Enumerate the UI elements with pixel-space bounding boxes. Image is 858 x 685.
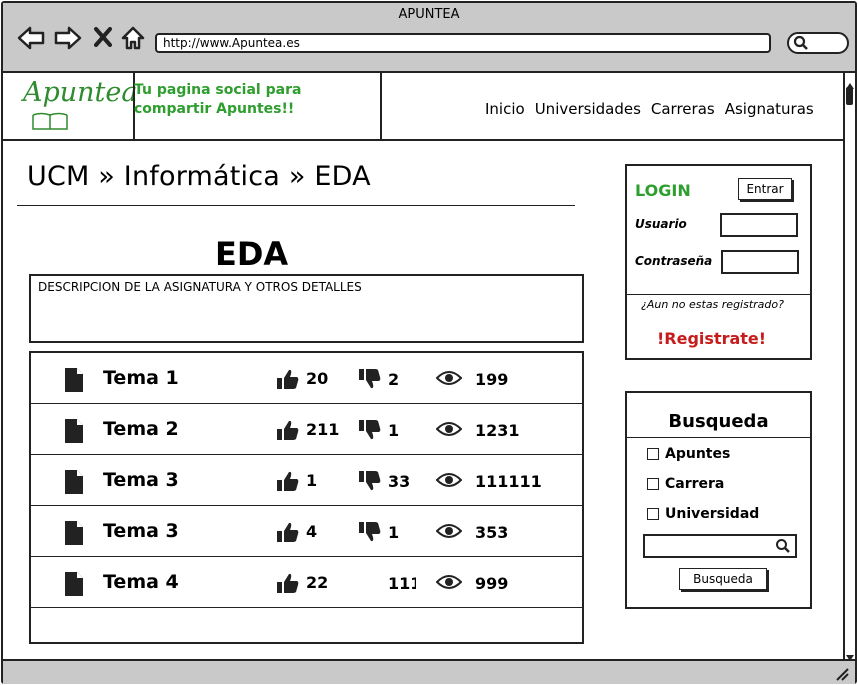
eye-icon <box>435 523 463 543</box>
topic-name[interactable]: Tema 1 <box>103 367 179 389</box>
document-icon <box>65 572 83 600</box>
document-icon <box>65 470 83 498</box>
filter-label: Universidad <box>665 506 760 522</box>
forward-arrow-icon[interactable] <box>54 25 82 55</box>
browser-window: APUNTEA http://www.Apuntea.es Apuntea Tu… <box>1 1 857 684</box>
views-count: 1231 <box>475 421 520 440</box>
topic-row[interactable]: Tema 1 20 2 199 <box>31 353 582 404</box>
username-label: Usuario <box>635 217 687 231</box>
search-divider <box>627 437 810 438</box>
resize-grip-icon[interactable] <box>835 666 849 685</box>
filter-universidad[interactable]: Universidad <box>647 506 759 522</box>
checkbox[interactable] <box>647 478 659 490</box>
login-divider <box>627 294 810 295</box>
checkbox[interactable] <box>647 448 659 460</box>
thumbs-down-icon[interactable] <box>358 419 382 445</box>
subject-description: DESCRIPCION DE LA ASIGNATURA Y OTROS DET… <box>29 274 584 343</box>
thumbs-up-icon[interactable] <box>276 572 300 598</box>
topic-row[interactable]: Tema 3 1 33 111111 <box>31 455 582 506</box>
site-tagline: Tu pagina social para compartir Apuntes!… <box>134 82 302 117</box>
search-icon[interactable] <box>775 538 791 558</box>
username-field[interactable] <box>720 213 798 237</box>
thumbs-down-icon[interactable] <box>358 521 382 547</box>
breadcrumb[interactable]: UCM » Informática » EDA <box>27 161 371 192</box>
eye-icon <box>435 370 463 390</box>
filter-carrera[interactable]: Carrera <box>647 476 724 492</box>
open-book-icon <box>31 111 69 135</box>
browser-search-box[interactable] <box>787 32 849 54</box>
site-logo[interactable]: Apuntea <box>23 77 138 108</box>
breadcrumb-divider <box>17 205 575 206</box>
thumbs-down-icon[interactable] <box>358 470 382 496</box>
checkbox[interactable] <box>647 508 659 520</box>
dislikes-count: 1 <box>388 523 400 542</box>
close-stop-icon[interactable] <box>94 27 112 51</box>
likes-count: 20 <box>306 369 329 388</box>
filter-label: Apuntes <box>665 446 731 462</box>
eye-icon <box>435 472 463 492</box>
likes-count: 211 <box>306 420 340 439</box>
magnifier-icon <box>793 35 809 55</box>
browser-titlebar: APUNTEA http://www.Apuntea.es <box>3 3 855 73</box>
views-count: 199 <box>475 370 509 389</box>
login-panel: LOGIN Entrar Usuario Contraseña ¿Aun no … <box>625 164 812 360</box>
vertical-scrollbar[interactable] <box>843 73 855 661</box>
topic-row[interactable]: Tema 4 22 1111 999 <box>31 557 582 608</box>
nav-link-asignaturas[interactable]: Asignaturas <box>725 100 814 118</box>
topic-name[interactable]: Tema 4 <box>103 571 179 593</box>
dislikes-count: 1 <box>388 421 400 440</box>
login-enter-button[interactable]: Entrar <box>738 178 792 200</box>
eye-icon <box>435 421 463 441</box>
nav-link-inicio[interactable]: Inicio <box>485 100 525 118</box>
window-title: APUNTEA <box>398 7 460 22</box>
search-button[interactable]: Busqueda <box>679 568 767 590</box>
register-link[interactable]: !Registrate! <box>657 329 766 348</box>
thumbs-up-icon[interactable] <box>276 368 300 394</box>
dislikes-count: 2 <box>388 370 400 389</box>
password-field[interactable] <box>721 250 799 274</box>
dislikes-count: 33 <box>388 472 411 491</box>
home-icon[interactable] <box>120 25 146 55</box>
thumbs-up-icon[interactable] <box>276 470 300 496</box>
topic-name[interactable]: Tema 2 <box>103 418 179 440</box>
login-title: LOGIN <box>635 181 691 200</box>
search-panel: Busqueda Apuntes Carrera Universidad Bus… <box>625 391 812 609</box>
scrollbar-thumb[interactable] <box>846 87 853 105</box>
url-input[interactable]: http://www.Apuntea.es <box>155 33 771 53</box>
likes-count: 1 <box>306 471 318 490</box>
nav-link-carreras[interactable]: Carreras <box>651 100 715 118</box>
thumbs-down-icon[interactable] <box>358 368 382 394</box>
nav-link-universidades[interactable]: Universidades <box>535 100 641 118</box>
thumbs-up-icon[interactable] <box>276 521 300 547</box>
site-header: Apuntea Tu pagina social para compartir … <box>3 73 843 141</box>
topic-row[interactable]: Tema 3 4 1 353 <box>31 506 582 557</box>
likes-count: 22 <box>306 573 329 592</box>
document-icon <box>65 419 83 447</box>
main-nav: Inicio Universidades Carreras Asignatura… <box>485 100 814 118</box>
likes-count: 4 <box>306 522 318 541</box>
topic-name[interactable]: Tema 3 <box>103 469 179 491</box>
subject-title: EDA <box>215 235 289 273</box>
browser-statusbar <box>3 659 855 684</box>
filter-apuntes[interactable]: Apuntes <box>647 446 730 462</box>
back-arrow-icon[interactable] <box>17 25 45 55</box>
document-icon <box>65 521 83 549</box>
dislikes-count: 1111 <box>388 574 416 593</box>
views-count: 353 <box>475 523 509 542</box>
header-divider <box>380 73 382 141</box>
thumbs-up-icon[interactable] <box>276 419 300 445</box>
document-icon <box>65 368 83 396</box>
topic-row[interactable]: Tema 2 211 1 1231 <box>31 404 582 455</box>
topics-list: Tema 1 20 2 199 Tema 2 211 1 1231 Tema 3… <box>29 351 584 644</box>
views-count: 999 <box>475 574 509 593</box>
topic-name[interactable]: Tema 3 <box>103 520 179 542</box>
search-input[interactable] <box>643 534 797 558</box>
password-label: Contraseña <box>635 254 713 268</box>
views-count: 111111 <box>475 472 542 491</box>
filter-label: Carrera <box>665 476 725 492</box>
search-title: Busqueda <box>668 411 769 432</box>
register-question: ¿Aun no estas registrado? <box>641 298 784 311</box>
eye-icon <box>435 574 463 594</box>
